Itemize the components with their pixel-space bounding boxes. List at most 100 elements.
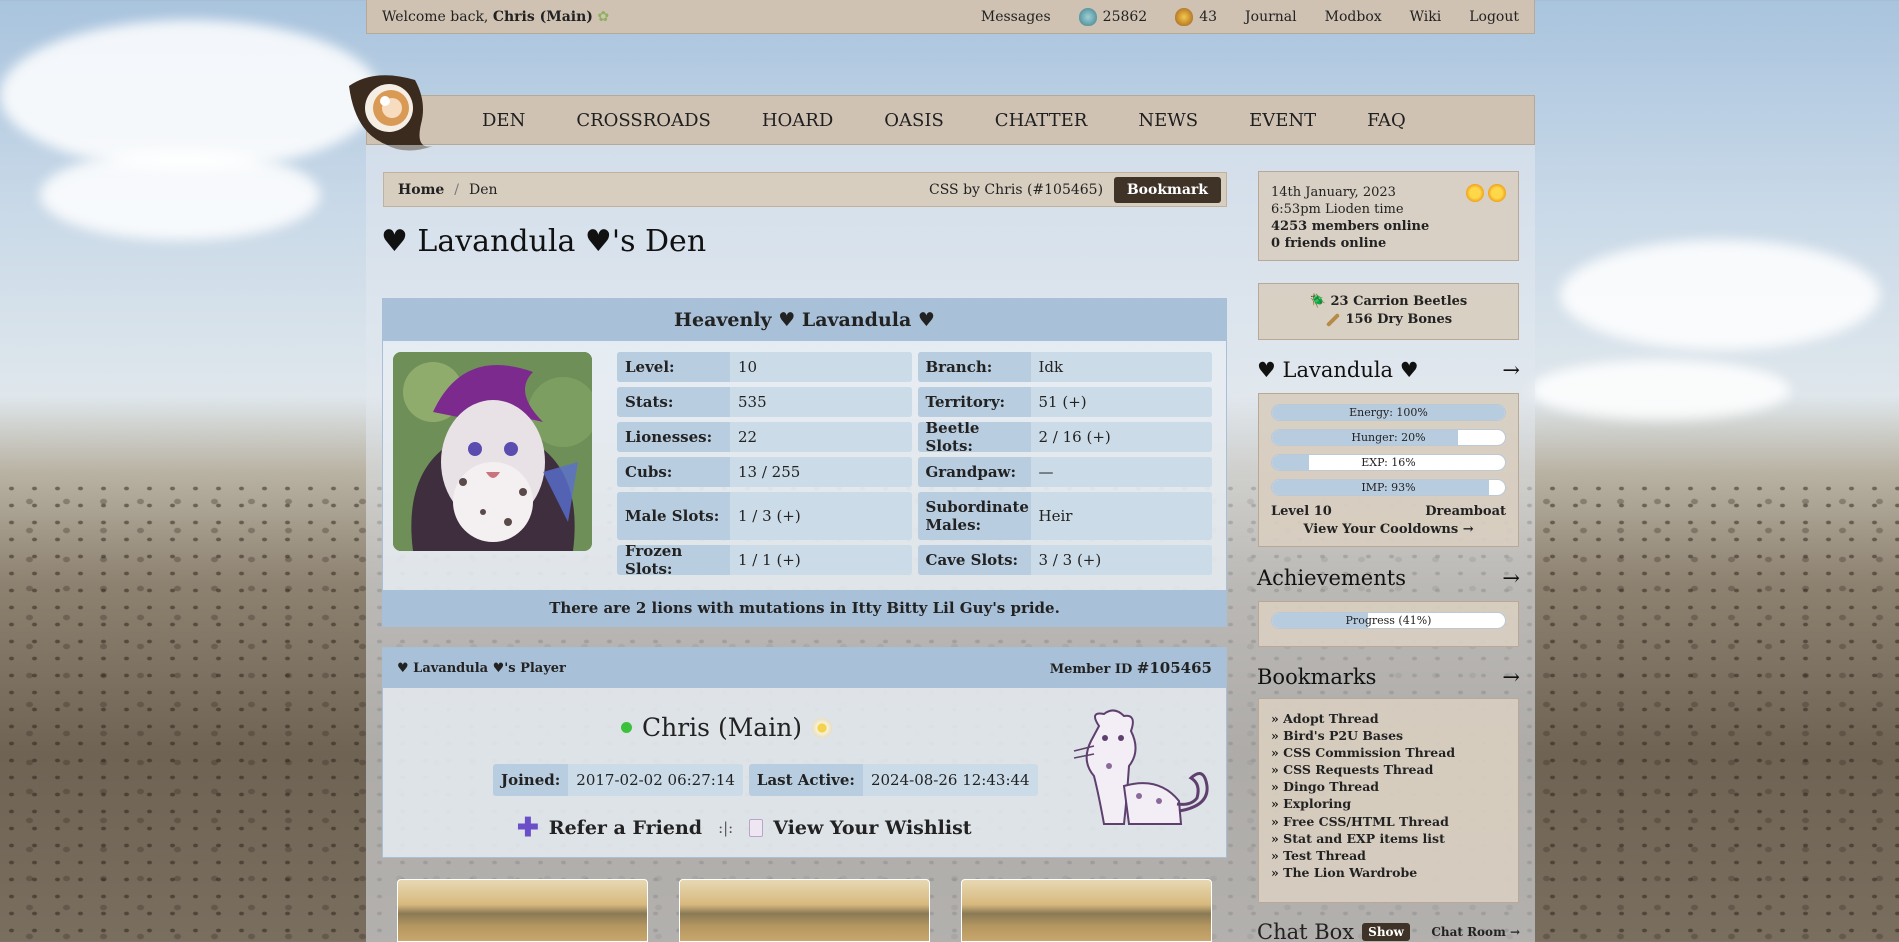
bookmarks-box: » Adopt Thread » Bird's P2U Bases » CSS … <box>1258 698 1519 903</box>
player-header: ♥ Lavandula ♥'s Player Member ID #105465 <box>383 648 1226 688</box>
active-label: Last Active: <box>748 764 863 796</box>
welcome-prefix: Welcome back, <box>382 8 489 25</box>
nav-news[interactable]: NEWS <box>1138 110 1198 131</box>
time-text: 6:53pm Lioden time <box>1271 202 1404 217</box>
imp-bar: IMP: 93% <box>1271 479 1506 496</box>
bookmark-link[interactable]: » Exploring <box>1271 795 1506 812</box>
breadcrumb-separator: / <box>454 181 460 198</box>
stat-value: 51 (+) <box>1030 387 1212 417</box>
cooldowns-link[interactable]: View Your Cooldowns → <box>1271 522 1506 537</box>
lion-name[interactable]: Heavenly ♥ Lavandula ♥ <box>383 299 1226 341</box>
lion-sidebar-arrow-icon[interactable]: → <box>1502 358 1520 382</box>
stat-label: Frozen Slots: <box>617 545 730 575</box>
member-id-value: #105465 <box>1136 659 1212 677</box>
stat-label: Cubs: <box>617 457 730 487</box>
currency1-value: 25862 <box>1102 8 1148 25</box>
active-value: 2024-08-26 12:43:44 <box>862 764 1038 796</box>
beetle-gold-icon <box>1175 7 1194 26</box>
breadcrumb-home[interactable]: Home <box>398 182 444 198</box>
bookmark-button[interactable]: Bookmark <box>1113 177 1221 203</box>
modbox-link[interactable]: Modbox <box>1325 9 1382 25</box>
nav-crossroads[interactable]: CROSSROADS <box>576 110 711 131</box>
stat-label: Grandpaw: <box>917 457 1031 487</box>
stat-cell: Subordinate Males: Heir <box>917 492 1212 540</box>
chat-room-link[interactable]: Chat Room → <box>1431 925 1520 939</box>
bookmark-link[interactable]: » Dingo Thread <box>1271 778 1506 795</box>
lion-portrait[interactable] <box>393 352 592 551</box>
css-credit[interactable]: CSS by Chris (#105465) <box>929 182 1103 198</box>
bookmark-link[interactable]: » Stat and EXP items list <box>1271 830 1506 847</box>
bookmark-link[interactable]: » CSS Requests Thread <box>1271 761 1506 778</box>
bookmarks-heading: Bookmarks <box>1257 665 1377 689</box>
player-links: ✚ Refer a Friend :|: View Your Wishlist <box>517 813 972 843</box>
stat-value: 3 / 3 (+) <box>1030 545 1212 575</box>
scenery-thumbnail[interactable] <box>961 879 1212 942</box>
chat-show-button[interactable]: Show <box>1362 923 1410 941</box>
stat-label: Subordinate Males: <box>917 492 1031 540</box>
bookmarks-arrow-icon[interactable]: → <box>1502 665 1520 689</box>
beetle-currency[interactable]: 25862 <box>1078 7 1148 26</box>
nav-event[interactable]: EVENT <box>1249 110 1316 131</box>
joined-pill: Joined: 2017-02-02 06:27:14 <box>493 764 743 796</box>
friends-online[interactable]: 0 friends online <box>1271 235 1506 252</box>
wishlist-link[interactable]: View Your Wishlist <box>773 817 971 839</box>
player-name: Chris (Main) <box>621 713 833 742</box>
stat-row: Cubs: 13 / 255 Grandpaw: — <box>617 457 1212 487</box>
username-link[interactable]: Chris (Main) <box>493 9 593 25</box>
currency2-value: 43 <box>1199 8 1218 25</box>
welcome-text: Welcome back, Chris (Main) ✿ <box>382 9 953 25</box>
hunger-label: Hunger: 20% <box>1351 431 1426 444</box>
exp-bar: EXP: 16% <box>1271 454 1506 471</box>
messages-link[interactable]: Messages <box>981 9 1051 25</box>
bookmark-link[interactable]: » Free CSS/HTML Thread <box>1271 813 1506 830</box>
mutation-notice[interactable]: There are 2 lions with mutations in Itty… <box>383 590 1226 626</box>
nav-hoard[interactable]: HOARD <box>762 110 833 131</box>
stat-value: — <box>1030 457 1212 487</box>
stats-grid: Level: 10 Branch: Idk Stats: 535 Territory: 51 … <box>617 352 1212 580</box>
imp-label: IMP: 93% <box>1361 481 1416 494</box>
journal-link[interactable]: Journal <box>1245 9 1297 25</box>
members-online[interactable]: 4253 members online <box>1271 218 1506 235</box>
stat-cell: Cubs: 13 / 255 <box>617 457 912 487</box>
bookmark-link[interactable]: » Test Thread <box>1271 847 1506 864</box>
bookmark-link[interactable]: » The Lion Wardrobe <box>1271 864 1506 881</box>
wiki-link[interactable]: Wiki <box>1410 9 1442 25</box>
achievements-progress-label: Progress (41%) <box>1345 614 1432 627</box>
stat-row: Frozen Slots: 1 / 1 (+) Cave Slots: 3 / 3 (… <box>617 545 1212 575</box>
bookmark-link[interactable]: » Bird's P2U Bases <box>1271 727 1506 744</box>
nav-faq[interactable]: FAQ <box>1367 110 1406 131</box>
stat-value: 13 / 255 <box>730 457 912 487</box>
wishlist-icon <box>749 819 764 837</box>
logout-link[interactable]: Logout <box>1469 9 1519 25</box>
player-name-text[interactable]: Chris (Main) <box>642 713 802 742</box>
stat-value: 22 <box>730 422 912 452</box>
eye-logo-icon[interactable] <box>345 72 437 152</box>
stat-cell: Lionesses: 22 <box>617 422 912 452</box>
energy-bar: Energy: 100% <box>1271 404 1506 421</box>
nav-chatter[interactable]: CHATTER <box>995 110 1088 131</box>
bookmark-link[interactable]: » Adopt Thread <box>1271 710 1506 727</box>
cub-image[interactable] <box>1069 706 1219 831</box>
achievements-box: Progress (41%) <box>1258 601 1519 647</box>
stat-label: Territory: <box>917 387 1031 417</box>
joined-label: Joined: <box>493 764 569 796</box>
beetle-blue-icon <box>1078 7 1097 26</box>
chat-box-title: Chat Box <box>1257 920 1355 942</box>
beetle-gold-currency[interactable]: 43 <box>1175 7 1218 26</box>
scenery-thumbnail[interactable] <box>397 879 648 942</box>
chat-box-row: Chat Box Show Chat Room → <box>1257 920 1520 942</box>
bookmark-link[interactable]: » CSS Commission Thread <box>1271 744 1506 761</box>
achievements-arrow-icon[interactable]: → <box>1502 566 1520 590</box>
resources-box: 🪲 23 Carrion Beetles 156 Dry Bones <box>1258 283 1519 340</box>
title-text: Dreamboat <box>1425 504 1506 519</box>
nav-den[interactable]: DEN <box>482 110 525 131</box>
scenery-thumbnail[interactable] <box>679 879 930 942</box>
nav-oasis[interactable]: OASIS <box>884 110 944 131</box>
scenery-thumbnails <box>397 879 1212 942</box>
beetles-text: 23 Carrion Beetles <box>1330 294 1468 309</box>
bookmarks-title: Bookmarks → <box>1257 665 1520 689</box>
stat-label: Male Slots: <box>617 492 730 540</box>
refer-friend-link[interactable]: Refer a Friend <box>549 817 702 839</box>
flower-icon: ✿ <box>597 8 610 25</box>
stat-cell: Grandpaw: — <box>917 457 1212 487</box>
